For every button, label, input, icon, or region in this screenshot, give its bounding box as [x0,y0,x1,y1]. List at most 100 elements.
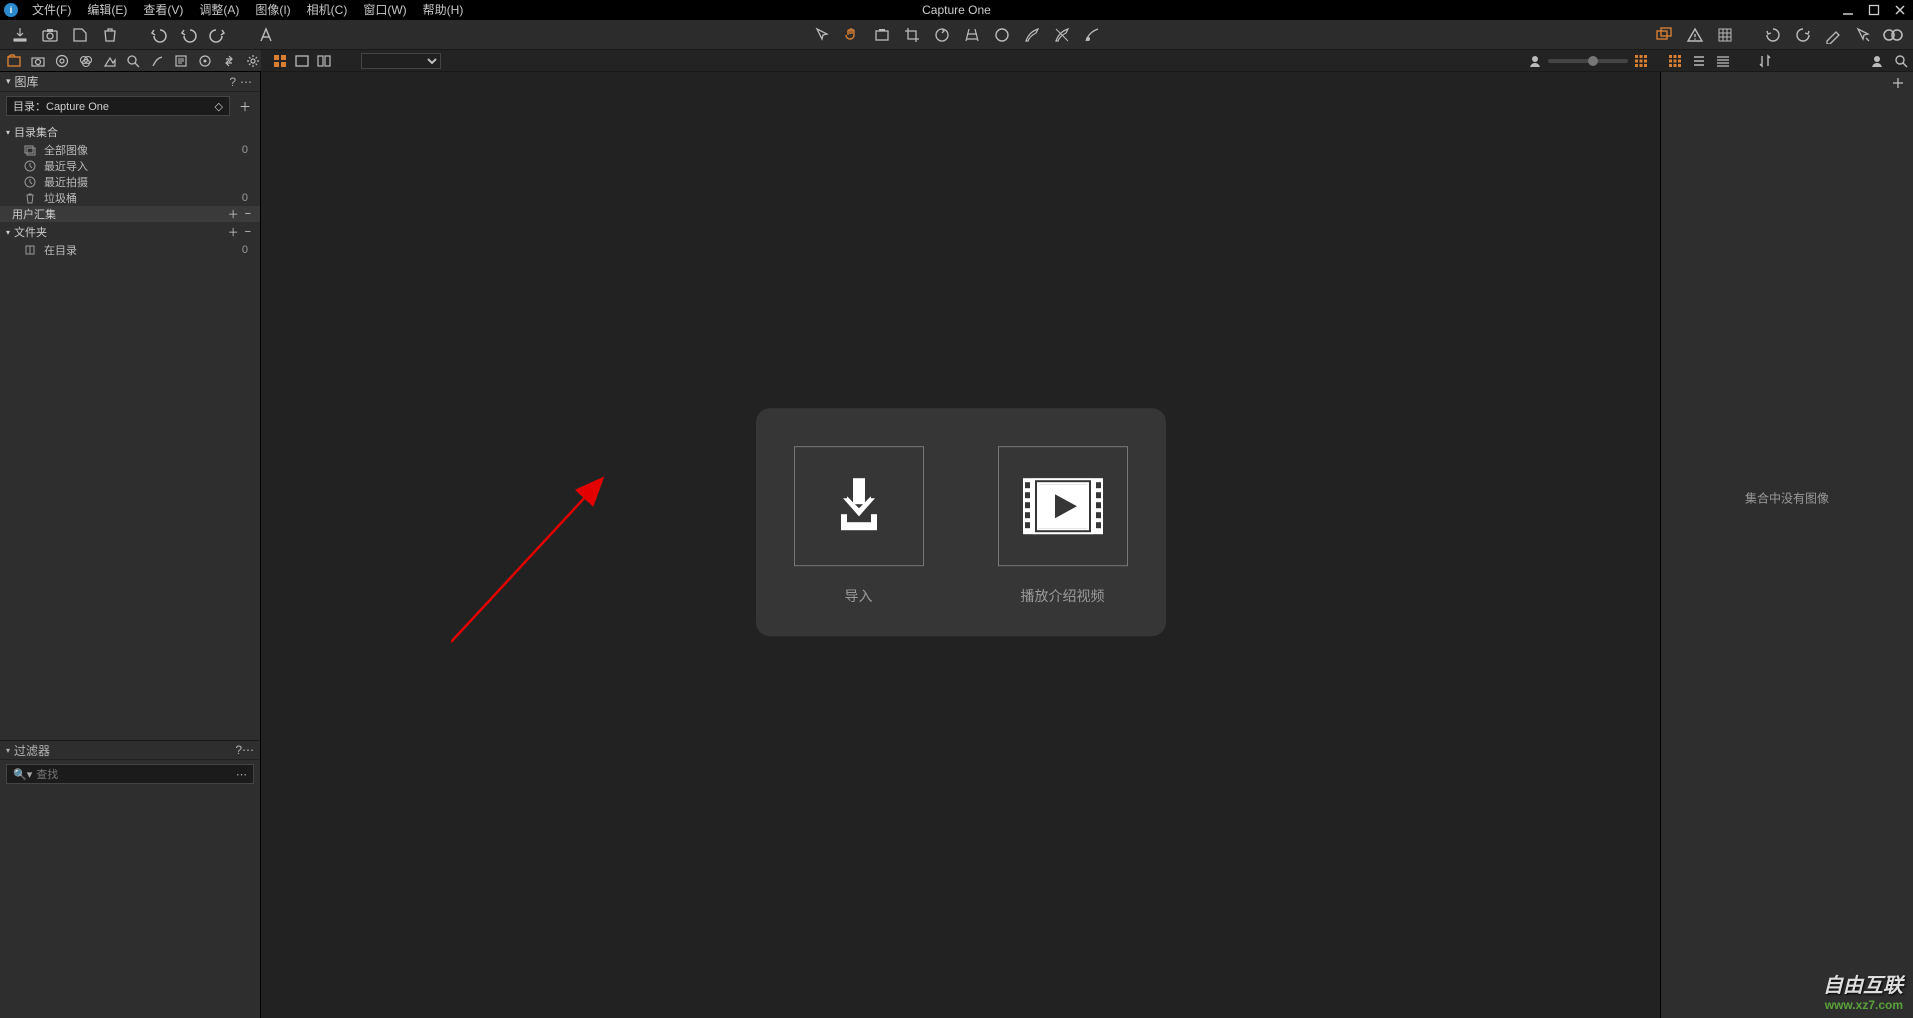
menu-image[interactable]: 图像(I) [247,0,298,20]
sidebar-panel: ▾ 图库 ? ⋯ 目录：Capture One ◇ ＋ ▾ 目录集合 全部图像 … [0,72,261,1018]
group-collections[interactable]: ▾ 目录集合 [0,122,260,142]
import-icon[interactable] [10,25,30,45]
count-badge: 0 [242,192,254,204]
viewer-right-controls [1528,50,1648,72]
view-single-icon[interactable] [293,52,311,70]
keystone-icon[interactable] [962,25,982,45]
item-all-images[interactable]: 全部图像 0 [0,142,260,158]
menu-camera[interactable]: 相机(C) [299,0,356,20]
group-folders[interactable]: ▾ 文件夹 ＋ − [0,222,260,242]
trash-icon[interactable] [100,25,120,45]
tab-capture-icon[interactable] [30,53,46,69]
redo-icon[interactable] [208,25,228,45]
undo-icon[interactable] [148,25,168,45]
user-proof-icon[interactable] [1528,54,1542,68]
catalog-select[interactable]: 目录：Capture One ◇ [6,96,230,116]
tab-metadata-icon[interactable] [173,53,189,69]
erase-mask-icon[interactable] [1052,25,1072,45]
edit-external-icon[interactable] [1823,25,1843,45]
tab-details-icon[interactable] [126,53,142,69]
menu-view[interactable]: 查看(V) [135,0,191,20]
help-icon[interactable]: ? [235,743,242,757]
view-grid-icon[interactable] [271,52,289,70]
zoom-select[interactable] [361,53,441,69]
tab-exposure-icon[interactable] [102,53,118,69]
tab-adjustments-icon[interactable] [149,53,165,69]
welcome-import-button[interactable]: 导入 [794,446,924,606]
spot-removal-icon[interactable] [992,25,1012,45]
rotate-right-icon[interactable] [1793,25,1813,45]
window-controls [1841,0,1907,20]
maximize-button[interactable] [1867,3,1881,17]
group-user-collections[interactable]: 用户汇集 ＋ − [0,206,260,222]
tab-color-icon[interactable] [78,53,94,69]
item-recent-imports[interactable]: 最近导入 [0,158,260,174]
view-multi-icon[interactable] [315,52,333,70]
export-icon[interactable] [70,25,90,45]
grid-toggle-icon[interactable] [1715,25,1735,45]
thumbnails-small-icon[interactable] [1634,54,1648,68]
catalog-tree: ▾ 目录集合 全部图像 0 最近导入 最近拍摄 垃圾桶 0 [0,120,260,260]
add-catalog-button[interactable]: ＋ [236,97,254,115]
rotate-icon[interactable] [932,25,952,45]
brush-mask-icon[interactable] [1022,25,1042,45]
menu-file[interactable]: 文件(F) [24,0,79,20]
item-trash[interactable]: 垃圾桶 0 [0,190,260,206]
hand-pan-icon[interactable] [842,25,862,45]
annotate-icon[interactable] [256,25,276,45]
browser-grid-icon[interactable] [1667,53,1683,69]
clock-icon [24,176,38,188]
variants-icon[interactable] [1655,25,1675,45]
help-icon[interactable]: ? [227,75,238,89]
remove-folder-icon[interactable]: − [242,226,254,238]
crop-icon[interactable] [902,25,922,45]
menu-edit[interactable]: 编辑(E) [79,0,135,20]
more-icon[interactable]: ⋯ [242,743,254,757]
tab-settings-icon[interactable] [245,53,261,69]
search-input[interactable]: 🔍▾查找 ⋯ [6,764,254,784]
menu-help[interactable]: 帮助(H) [415,0,472,20]
zoom-slider[interactable] [1548,59,1628,63]
rotate-left-icon[interactable] [1763,25,1783,45]
redo2-icon[interactable] [178,25,198,45]
browser-search-icon[interactable] [1893,53,1909,69]
browser-list-icon[interactable] [1691,53,1707,69]
item-recent-captures[interactable]: 最近拍摄 [0,174,260,190]
tab-output-icon[interactable] [197,53,213,69]
menu-window[interactable]: 窗口(W) [355,0,414,20]
collapse-browser-icon[interactable] [1891,76,1905,90]
loupe-icon[interactable] [872,25,892,45]
chevron-down-icon[interactable]: ▾ [6,746,10,755]
remove-icon[interactable]: − [242,208,254,220]
welcome-intro-label: 播放介绍视频 [1021,586,1105,606]
before-after-icon[interactable] [1883,25,1903,45]
browser-user-icon[interactable] [1869,53,1885,69]
tab-batch-icon[interactable] [221,53,237,69]
close-button[interactable] [1893,3,1907,17]
tab-lens-icon[interactable] [54,53,70,69]
gradient-mask-icon[interactable] [1082,25,1102,45]
welcome-intro-video-button[interactable]: 播放介绍视频 [998,446,1128,606]
titlebar: i 文件(F) 编辑(E) 查看(V) 调整(A) 图像(I) 相机(C) 窗口… [0,0,1913,20]
dropdown-icon: ◇ [215,100,223,113]
download-import-icon [823,470,895,542]
copy-adjustments-icon[interactable] [1853,25,1873,45]
menu-adjust[interactable]: 调整(A) [191,0,247,20]
item-in-catalog[interactable]: 在目录 0 [0,242,260,258]
tab-library-icon[interactable] [6,53,22,69]
cursor-select-icon[interactable] [812,25,832,45]
capture-icon[interactable] [40,25,60,45]
chevron-down-icon[interactable]: ▾ [6,76,11,87]
search-more-icon[interactable]: ⋯ [236,768,247,781]
add-icon[interactable]: ＋ [225,206,242,222]
add-folder-icon[interactable]: ＋ [225,224,242,240]
browser-filmstrip-icon[interactable] [1715,53,1731,69]
trash-small-icon [24,192,38,204]
search-icon: 🔍▾ [13,769,32,781]
browser-layout-controls [1661,50,1909,72]
minimize-button[interactable] [1841,3,1855,17]
more-icon[interactable]: ⋯ [238,75,254,89]
browser-sort-icon[interactable] [1757,53,1773,69]
filter-panel-header: ▾ 过滤器 ? ⋯ [0,740,260,760]
exposure-warning-icon[interactable] [1685,25,1705,45]
